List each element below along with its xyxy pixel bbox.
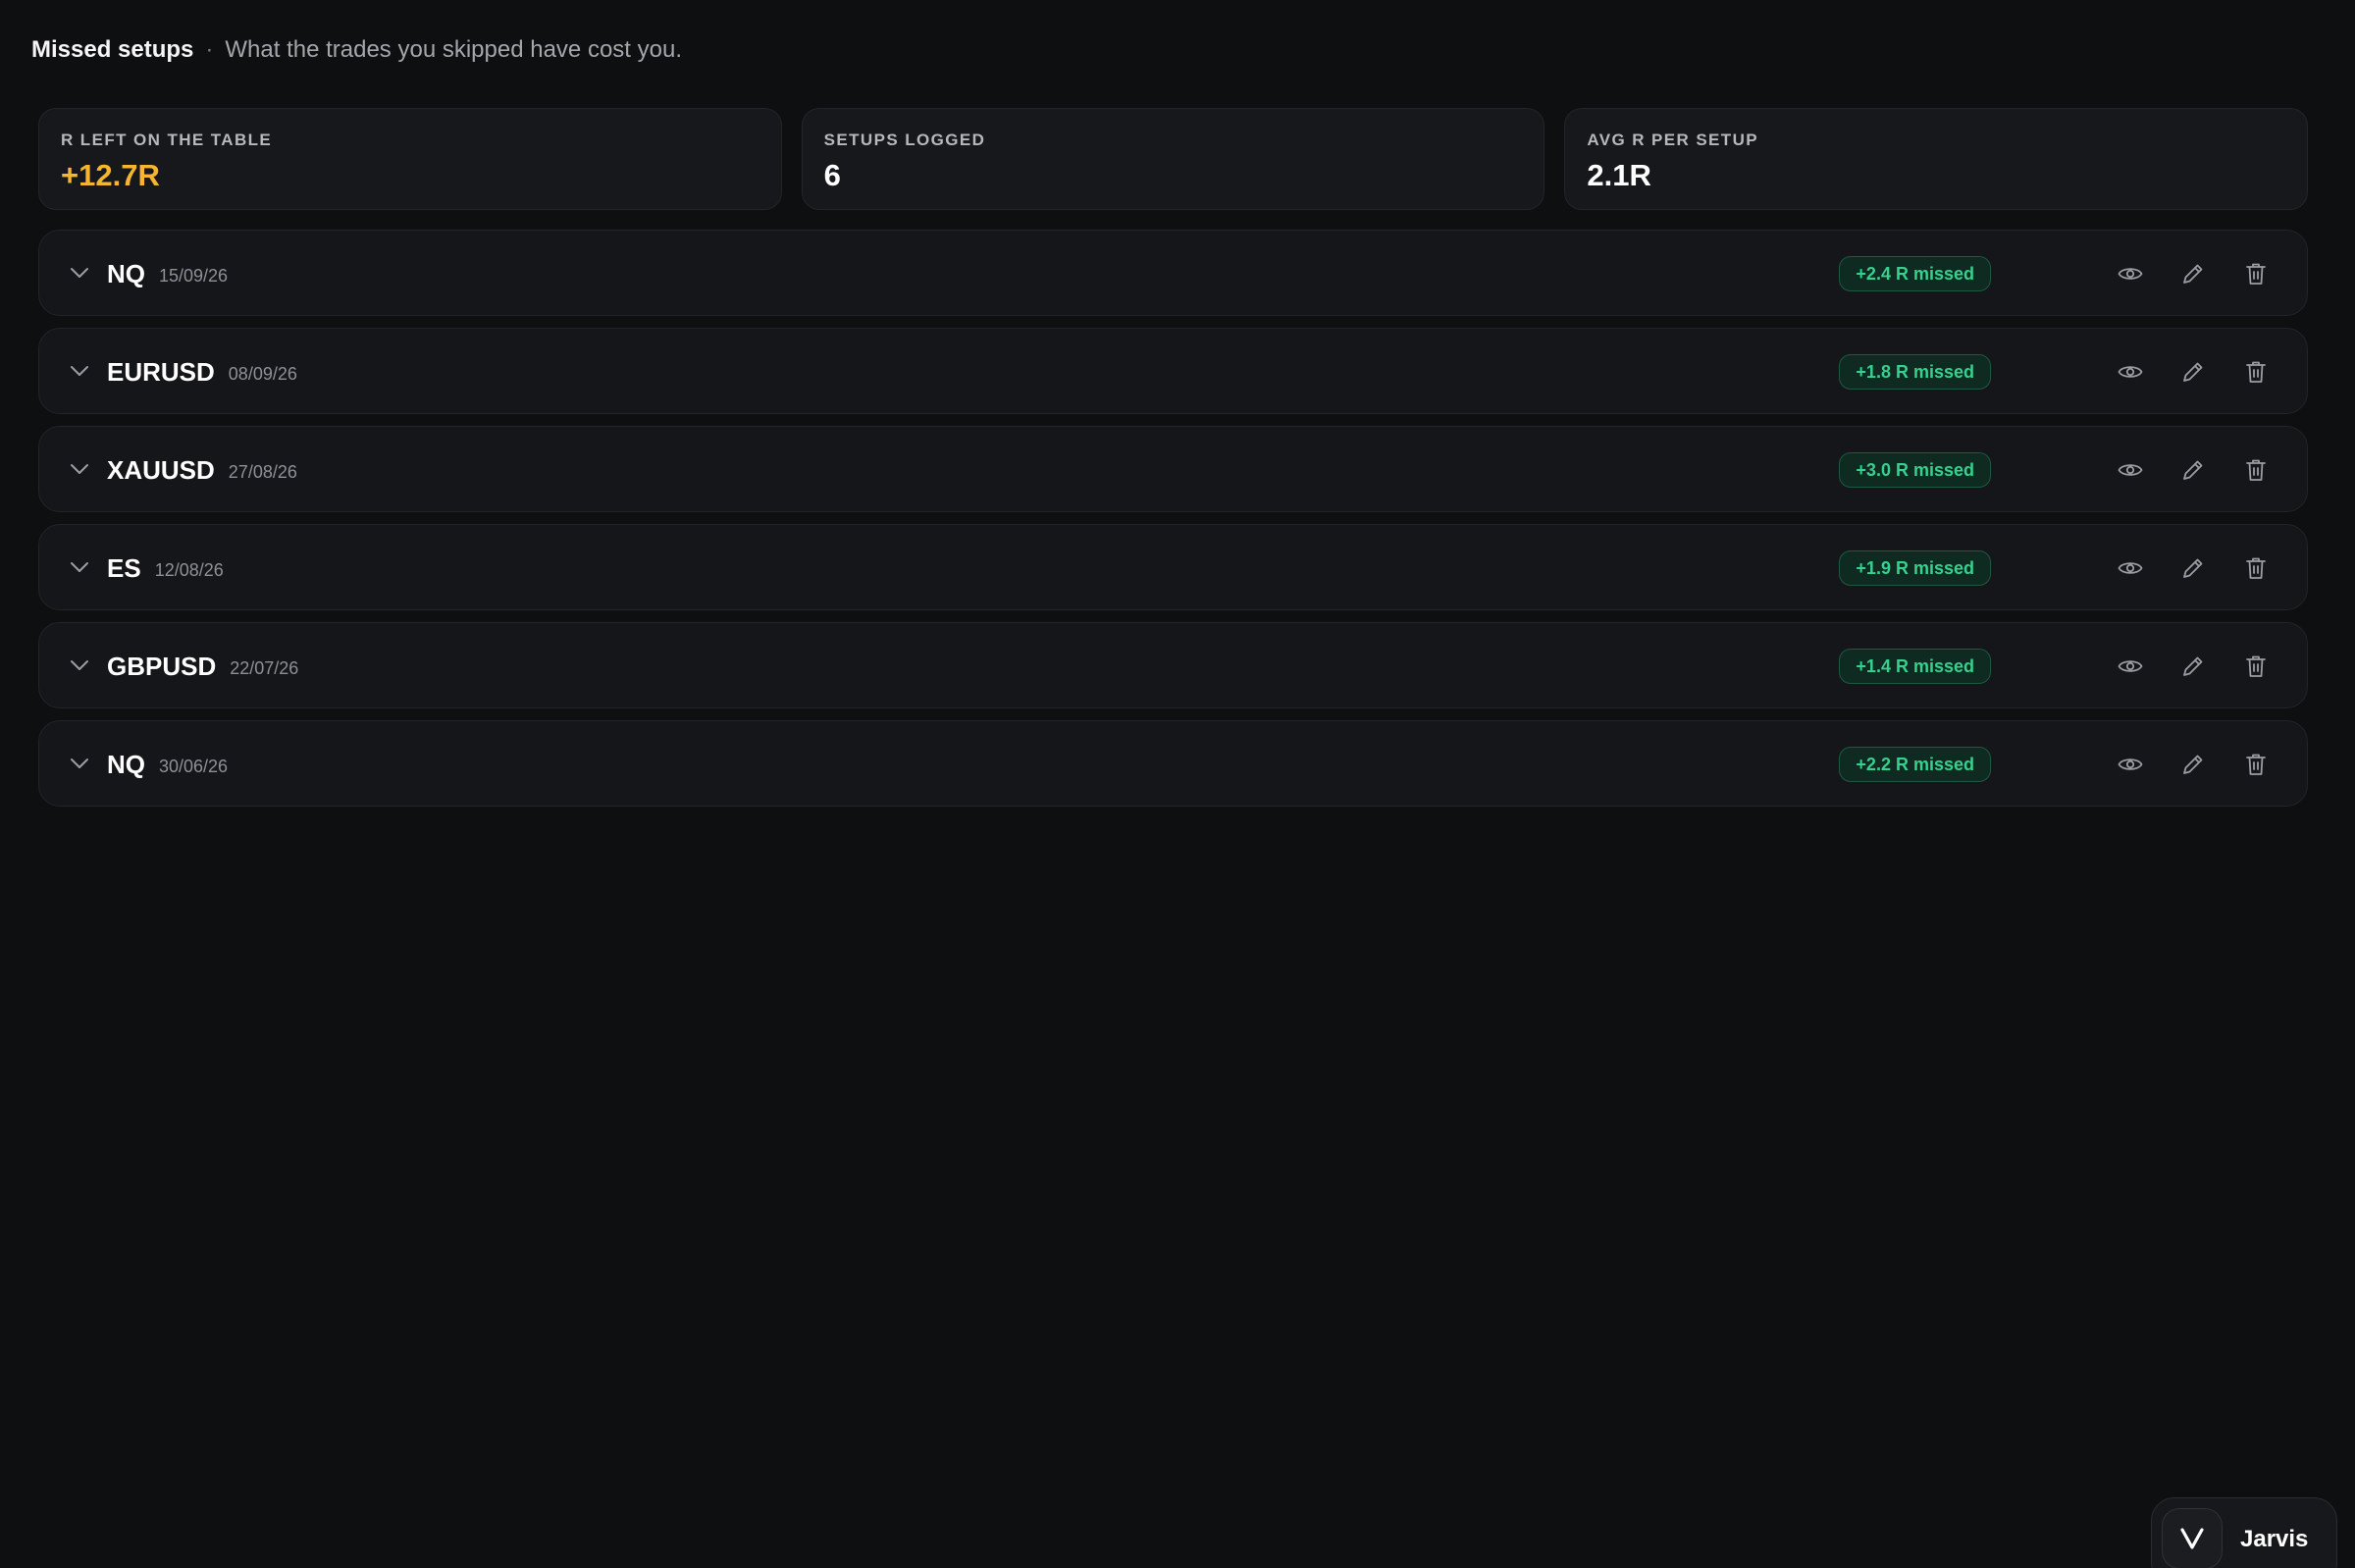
pencil-icon[interactable] (2179, 358, 2207, 386)
setup-date: 08/09/26 (228, 363, 297, 384)
pencil-icon[interactable] (2179, 456, 2207, 484)
trash-icon[interactable] (2242, 456, 2270, 484)
setup-row[interactable]: XAUUSD 27/08/26 +3.0 R missed (38, 426, 2308, 512)
setup-list: NQ 15/09/26 +2.4 R missed EURUSD 08/09/2… (38, 230, 2308, 807)
row-actions (2117, 525, 2270, 611)
chevron-down-icon[interactable] (67, 751, 92, 776)
setup-row[interactable]: GBPUSD 22/07/26 +1.4 R missed (38, 622, 2308, 708)
eye-icon[interactable] (2117, 751, 2144, 778)
setup-date: 12/08/26 (154, 559, 224, 580)
stat-value: +12.7R (61, 158, 160, 192)
missed-setups-page: Missed setups · What the trades you skip… (0, 0, 2355, 1568)
chevron-down-icon[interactable] (67, 554, 92, 580)
setup-symbol-group: NQ 15/09/26 (107, 231, 228, 317)
row-actions (2117, 427, 2270, 513)
missed-r-badge: +1.9 R missed (1839, 550, 1991, 586)
trash-icon[interactable] (2242, 751, 2270, 778)
setup-row[interactable]: NQ 30/06/26 +2.2 R missed (38, 720, 2308, 807)
eye-icon[interactable] (2117, 260, 2144, 287)
setup-symbol-group: ES 12/08/26 (107, 525, 224, 611)
setup-row[interactable]: NQ 15/09/26 +2.4 R missed (38, 230, 2308, 316)
page-header: Missed setups · What the trades you skip… (31, 35, 682, 65)
eye-icon[interactable] (2117, 456, 2144, 484)
missed-r-badge: +1.8 R missed (1839, 354, 1991, 390)
pencil-icon[interactable] (2179, 260, 2207, 287)
setup-symbol: ES (107, 552, 141, 583)
pencil-icon[interactable] (2179, 751, 2207, 778)
chevron-down-icon[interactable] (67, 456, 92, 482)
stat-card-avg-r: AVG R PER SETUP 2.1R (1564, 108, 2309, 210)
setup-symbol-group: EURUSD 08/09/26 (107, 329, 297, 415)
row-actions (2117, 623, 2270, 709)
setup-symbol: NQ (107, 258, 145, 288)
stat-label: SETUPS LOGGED (823, 131, 986, 149)
chevron-down-icon[interactable] (67, 358, 92, 384)
setup-symbol: EURUSD (107, 356, 215, 387)
row-actions (2117, 231, 2270, 317)
stat-value: 2.1R (1587, 158, 1651, 192)
jarvis-label: Jarvis (2240, 1526, 2309, 1552)
missed-r-badge: +2.2 R missed (1839, 747, 1991, 782)
setup-symbol-group: XAUUSD 27/08/26 (107, 427, 297, 513)
stat-label: R LEFT ON THE TABLE (61, 131, 273, 149)
stat-value: 6 (823, 158, 841, 192)
stat-card-setups-logged: SETUPS LOGGED 6 (801, 108, 1545, 210)
stat-card-r-left: R LEFT ON THE TABLE +12.7R (38, 108, 782, 210)
eye-icon[interactable] (2117, 653, 2144, 680)
page-subtitle: What the trades you skipped have cost yo… (225, 36, 682, 63)
setup-row[interactable]: ES 12/08/26 +1.9 R missed (38, 524, 2308, 610)
eye-icon[interactable] (2117, 554, 2144, 582)
setup-symbol: NQ (107, 749, 145, 779)
setup-symbol-group: NQ 30/06/26 (107, 721, 228, 808)
setup-date: 15/09/26 (159, 265, 229, 286)
missed-r-badge: +2.4 R missed (1839, 256, 1991, 291)
setup-symbol: XAUUSD (107, 454, 215, 485)
setup-date: 22/07/26 (230, 657, 299, 678)
setup-date: 30/06/26 (159, 756, 229, 776)
row-actions (2117, 329, 2270, 415)
stat-label: AVG R PER SETUP (1587, 131, 1758, 149)
chevron-down-icon[interactable] (67, 653, 92, 678)
setup-symbol: GBPUSD (107, 651, 217, 681)
jarvis-assistant-button[interactable]: Jarvis (2151, 1497, 2337, 1568)
trash-icon[interactable] (2242, 554, 2270, 582)
trash-icon[interactable] (2242, 358, 2270, 386)
page-title: Missed setups (31, 36, 194, 63)
trash-icon[interactable] (2242, 653, 2270, 680)
pencil-icon[interactable] (2179, 554, 2207, 582)
trash-icon[interactable] (2242, 260, 2270, 287)
header-separator: · (205, 36, 214, 63)
missed-r-badge: +3.0 R missed (1839, 452, 1991, 488)
jarvis-logo-icon (2162, 1508, 2223, 1568)
row-actions (2117, 721, 2270, 808)
chevron-down-icon[interactable] (67, 260, 92, 286)
eye-icon[interactable] (2117, 358, 2144, 386)
pencil-icon[interactable] (2179, 653, 2207, 680)
setup-date: 27/08/26 (228, 461, 297, 482)
stats-row: R LEFT ON THE TABLE +12.7R SETUPS LOGGED… (38, 108, 2309, 210)
setup-symbol-group: GBPUSD 22/07/26 (107, 623, 298, 709)
setup-row[interactable]: EURUSD 08/09/26 +1.8 R missed (38, 328, 2308, 414)
missed-r-badge: +1.4 R missed (1839, 649, 1991, 684)
